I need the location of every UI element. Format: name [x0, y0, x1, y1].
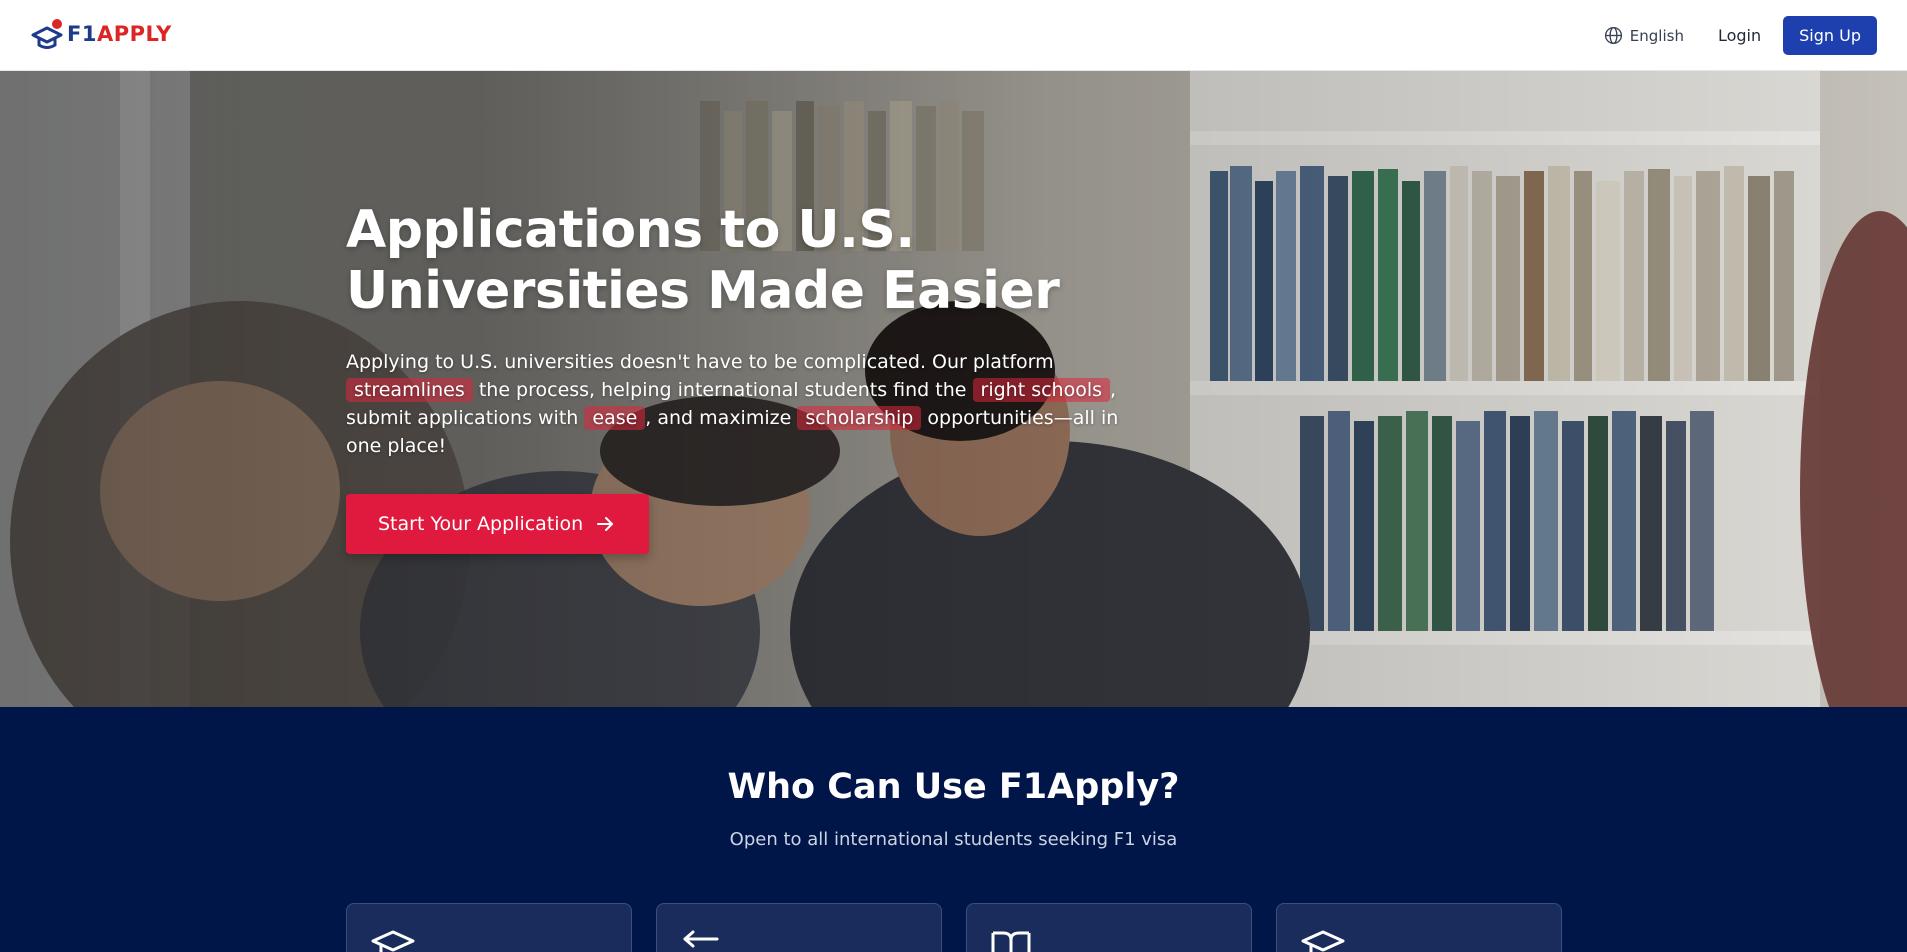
highlight-ease: ease: [584, 406, 646, 430]
brand-name: F1APPLY: [67, 22, 172, 46]
highlight-scholarship: scholarship: [797, 406, 922, 430]
section-title: Who Can Use F1Apply?: [727, 767, 1180, 807]
hero-description: Applying to U.S. universities doesn't ha…: [346, 348, 1126, 460]
who-can-use-section: Who Can Use F1Apply? Open to all interna…: [0, 707, 1907, 952]
language-label: English: [1629, 26, 1684, 45]
hero-desc-text: , and maximize: [645, 407, 798, 429]
brand-logo[interactable]: F1APPLY: [31, 14, 172, 54]
highlight-streamlines: streamlines: [346, 378, 473, 402]
graduation-cap-logo-icon: [31, 18, 63, 50]
signup-button[interactable]: Sign Up: [1783, 16, 1877, 55]
highlight-right-schools: right schools: [972, 378, 1111, 402]
arrow-left-icon: [683, 930, 719, 948]
hero-title: Applications to U.S. Universities Made E…: [346, 200, 1060, 321]
graduation-cap-icon: [371, 930, 415, 952]
start-application-button[interactable]: Start Your Application: [346, 494, 650, 554]
top-navbar: F1APPLY English Login Sign Up: [0, 0, 1907, 71]
arrow-right-icon: [597, 517, 614, 531]
nav-actions: English Login Sign Up: [1604, 16, 1877, 55]
graduation-cap-icon: [1301, 930, 1345, 952]
audience-card: [1276, 903, 1562, 952]
language-selector[interactable]: English: [1604, 26, 1684, 45]
audience-card: [656, 903, 942, 952]
hero-section: Applications to U.S. Universities Made E…: [0, 71, 1907, 707]
login-link[interactable]: Login: [1718, 26, 1761, 45]
section-subtitle: Open to all international students seeki…: [729, 829, 1178, 850]
audience-card: [346, 903, 632, 952]
audience-card: [966, 903, 1252, 952]
cta-label: Start Your Application: [378, 513, 584, 535]
hero-content: Applications to U.S. Universities Made E…: [346, 200, 1126, 554]
hero-desc-text: Applying to U.S. universities doesn't ha…: [346, 351, 1054, 373]
hero-desc-text: the process, helping international stude…: [472, 379, 973, 401]
globe-icon: [1604, 26, 1622, 45]
book-open-icon: [991, 931, 1031, 952]
